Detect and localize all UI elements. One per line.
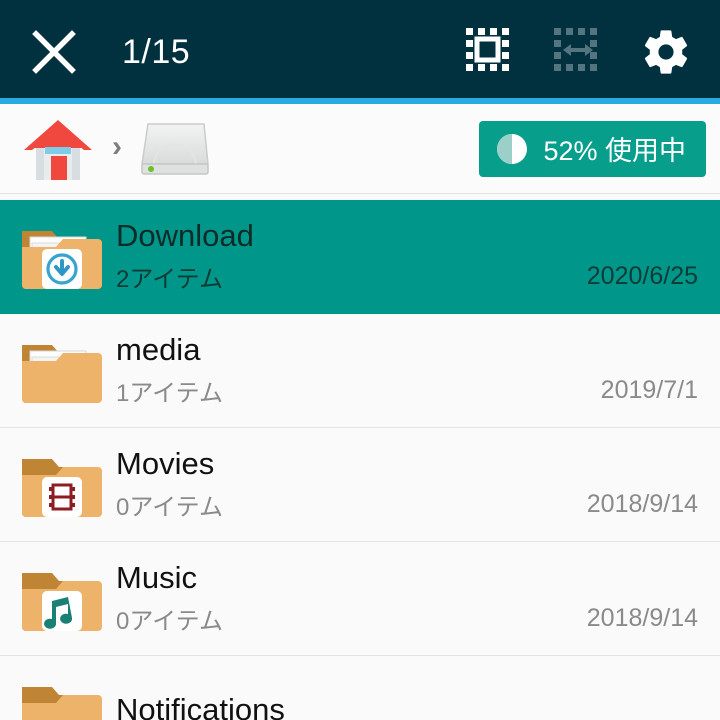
folder-icon — [16, 331, 104, 411]
breadcrumb-separator: › — [112, 129, 122, 163]
gear-icon[interactable] — [634, 20, 698, 84]
file-manager-screen: 1/15 › 52% 使用中 Download 2アイテム 2020/6/25 … — [0, 0, 720, 720]
list-item-date: 2018/9/14 — [586, 604, 698, 632]
list-item-name: Notifications — [116, 692, 285, 720]
list-item-text: media 1アイテム — [104, 333, 587, 408]
list-item[interactable]: Music 0アイテム 2018/9/14 — [0, 542, 720, 656]
top-action-bar: 1/15 — [0, 0, 720, 104]
list-item-name: Movies — [116, 447, 215, 482]
list-item-text: Notifications — [104, 693, 684, 720]
resize-horizontal-icon[interactable] — [546, 20, 610, 84]
list-item[interactable]: Movies 0アイテム 2018/9/14 — [0, 428, 720, 542]
selection-counter: 1/15 — [122, 32, 191, 71]
folder-download-icon — [16, 217, 104, 297]
storage-usage-label: 52% 使用中 — [543, 136, 686, 166]
pie-chart-icon — [497, 133, 528, 164]
list-item-name: media — [116, 333, 201, 368]
folder-movies-icon — [16, 445, 104, 525]
home-icon — [24, 119, 92, 180]
select-all-icon[interactable] — [458, 20, 522, 84]
list-item-date: 2018/9/14 — [586, 490, 698, 518]
list-item-count: 0アイテム — [116, 493, 223, 521]
folder-icon — [16, 673, 104, 720]
file-list[interactable]: Download 2アイテム 2020/6/25 media 1アイテム 201… — [0, 200, 720, 720]
breadcrumb-item-drive[interactable] — [138, 118, 212, 180]
list-item-text: Download 2アイテム — [104, 219, 573, 294]
list-item-count: 2アイテム — [116, 265, 223, 293]
breadcrumb-item-home[interactable]: › — [20, 114, 138, 184]
breadcrumb: › 52% 使用中 — [0, 104, 720, 194]
folder-music-icon — [16, 559, 104, 639]
list-item-count: 0アイテム — [116, 607, 223, 635]
drive-icon — [141, 122, 209, 175]
list-item[interactable]: Notifications — [0, 656, 720, 720]
list-item[interactable]: media 1アイテム 2019/7/1 — [0, 314, 720, 428]
list-item-name: Download — [116, 219, 254, 254]
list-item-name: Music — [116, 561, 197, 596]
list-item-text: Music 0アイテム — [104, 561, 573, 636]
close-icon[interactable] — [28, 26, 80, 78]
list-item-text: Movies 0アイテム — [104, 447, 573, 522]
list-item-count: 1アイテム — [116, 379, 223, 407]
storage-usage-badge[interactable]: 52% 使用中 — [479, 120, 706, 177]
list-item-date: 2019/7/1 — [600, 376, 698, 404]
list-item-date: 2020/6/25 — [586, 262, 698, 290]
list-item[interactable]: Download 2アイテム 2020/6/25 — [0, 200, 720, 314]
